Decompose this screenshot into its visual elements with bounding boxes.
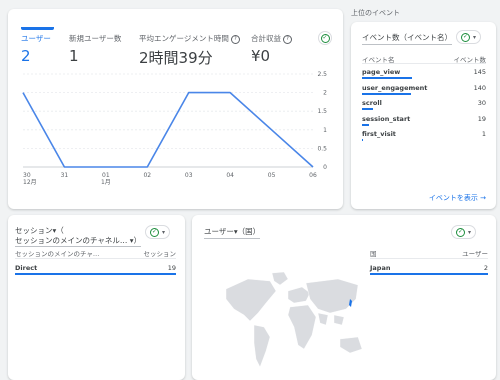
event-row-count: 30 (477, 99, 486, 107)
table-divider (370, 258, 488, 259)
event-row-name[interactable]: scroll (362, 99, 382, 107)
users-dimension-dropdown[interactable]: ユーザー▾（国） (204, 226, 261, 239)
event-row-name[interactable]: user_engagement (362, 84, 427, 92)
x-tick-label: 31 (61, 172, 69, 179)
users-col-name: 国 (370, 250, 377, 258)
sessions-dimension-dropdown[interactable]: セッション▾（ セッションのメインのチャネル… ▾） (15, 226, 142, 247)
overview-card: ユーザー 2 新規ユーザー数 1 平均エンゲージメント時間? 2時間39分 合計… (8, 9, 343, 209)
arrow-right-icon: → (480, 194, 486, 202)
event-row-bar (362, 108, 373, 110)
check-circle-icon: ✓ (461, 32, 470, 42)
y-tick-label: 2.5 (317, 71, 327, 78)
sessions-col-name: セッションのメインのチャ… (15, 250, 100, 258)
sessions-card: セッション▾（ セッションのメインのチャネル… ▾） ✓ ▾ セッションのメイン… (8, 215, 185, 380)
x-tick-sublabel: 12月 (23, 179, 37, 186)
check-circle-icon: ✓ (150, 227, 159, 237)
y-tick-label: 2 (323, 90, 327, 97)
series-line (22, 91, 314, 168)
events-section-title: 上位のイベント (351, 9, 400, 17)
users-col-count: ユーザー (462, 250, 488, 258)
y-tick-label: 1.5 (317, 108, 327, 115)
users-row-name[interactable]: Japan (370, 264, 390, 272)
event-row-name[interactable]: first_visit (362, 130, 396, 138)
x-tick-label: 06 (309, 172, 317, 179)
sessions-row-name[interactable]: Direct (15, 264, 37, 272)
event-row-count: 1 (481, 130, 486, 138)
users-country-card: ユーザー▾（国） ✓ ▾ 国 ユーザー Japan 2 (192, 215, 496, 380)
sessions-col-count: セッション (143, 250, 177, 258)
check-circle-icon: ✓ (456, 227, 465, 237)
sessions-row-bar (15, 273, 176, 275)
events-card: イベント数（イベント名） ✓ ▾ イベント名 イベント数 page_view 14… (351, 22, 496, 209)
x-tick-label: 01 (102, 172, 110, 179)
users-row-bar (370, 273, 488, 275)
events-metric-dropdown[interactable]: イベント数（イベント名） (362, 32, 452, 45)
event-row-bar (362, 92, 411, 95)
event-row-name[interactable]: session_start (362, 115, 410, 123)
world-map (225, 271, 363, 368)
y-tick-label: 0.5 (317, 145, 327, 152)
event-row-count: 145 (473, 68, 486, 76)
x-tick-label: 05 (268, 172, 276, 179)
table-divider (15, 258, 176, 259)
event-row-count: 19 (477, 114, 486, 123)
sessions-row-count: 19 (167, 264, 176, 272)
table-divider (362, 63, 486, 64)
event-row-bar (362, 123, 369, 126)
users-row-count: 2 (483, 264, 488, 272)
events-compare-chip[interactable]: ✓ ▾ (456, 30, 482, 44)
chevron-down-icon: ▾ (162, 228, 166, 236)
x-tick-label: 03 (185, 172, 193, 179)
event-row-bar (362, 77, 412, 79)
view-events-link[interactable]: イベントを表示 → (429, 193, 486, 203)
x-tick-label: 02 (143, 172, 151, 179)
sessions-compare-chip[interactable]: ✓ ▾ (145, 225, 171, 239)
chevron-down-icon: ▾ (473, 33, 477, 41)
users-compare-chip[interactable]: ✓ ▾ (451, 225, 477, 239)
x-tick-label: 30 (23, 172, 31, 179)
y-tick-label: 0 (323, 164, 327, 171)
event-row-count: 140 (473, 83, 486, 92)
event-row-bar (362, 139, 363, 141)
users-line-chart: 0 0.5 1 1.5 2 2.5 3012月 31 011月 02 03 04 05 06 (22, 71, 327, 186)
x-tick-label: 04 (226, 172, 234, 179)
event-row-name[interactable]: page_view (362, 68, 400, 76)
y-tick-label: 1 (323, 127, 327, 134)
x-tick-sublabel: 1月 (101, 179, 111, 186)
chevron-down-icon: ▾ (468, 228, 472, 236)
